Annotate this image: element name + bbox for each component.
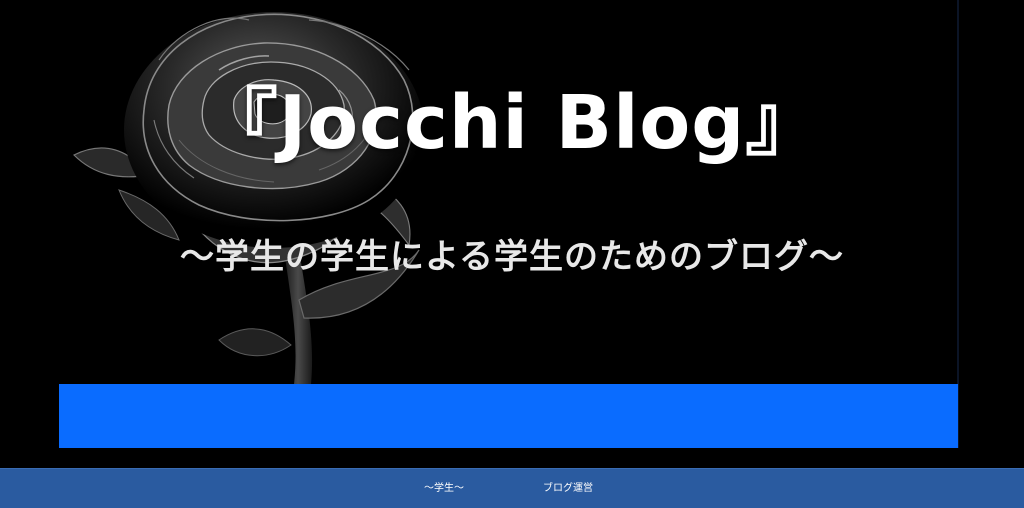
site-title[interactable]: 『Jocchi Blog』 — [0, 68, 1024, 178]
site-tagline: 〜学生の学生による学生のためのブログ〜 — [180, 237, 844, 277]
black-rose-image — [59, 0, 479, 384]
nav-item-blog-management[interactable]: ブログ運営 — [543, 482, 593, 496]
nav-item-student[interactable]: 〜学生〜 — [424, 482, 464, 496]
page: 『Jocchi Blog』 〜学生の学生による学生のためのブログ〜 〜学生〜 ブ… — [0, 0, 1024, 508]
global-nav-bar: 〜学生〜 ブログ運営 — [0, 468, 1024, 508]
header-hero-image — [59, 0, 958, 384]
header-accent-band — [59, 384, 958, 448]
